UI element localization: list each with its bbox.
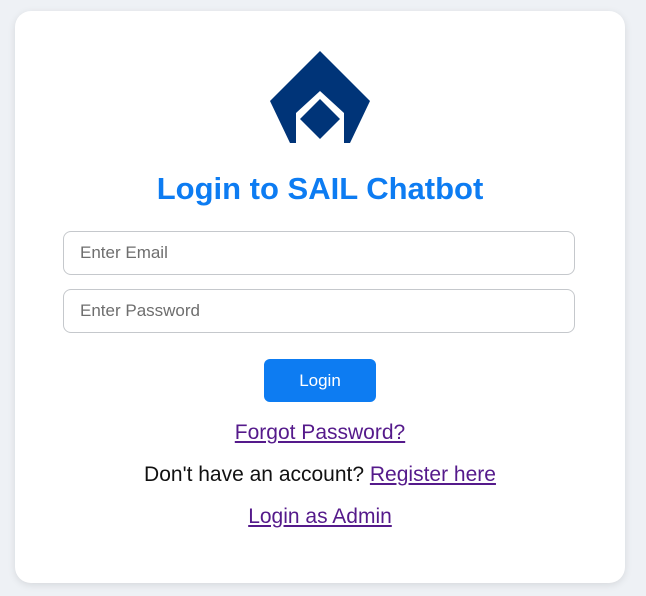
- register-link[interactable]: Register here: [370, 463, 496, 486]
- page-title: Login to SAIL Chatbot: [156, 171, 484, 206]
- password-field[interactable]: [63, 289, 575, 333]
- email-field[interactable]: [63, 231, 575, 275]
- login-card: Login to SAIL Chatbot Login Forgot Passw…: [15, 11, 625, 583]
- sail-logo-icon: [270, 51, 370, 143]
- no-account-text: Don't have an account?: [144, 463, 365, 486]
- admin-login-row: Login as Admin: [15, 503, 625, 533]
- forgot-password-row: Forgot Password?: [15, 419, 625, 449]
- register-row: Don't have an account? Register here: [15, 461, 625, 489]
- forgot-password-link[interactable]: Forgot Password?: [235, 421, 405, 444]
- admin-login-link[interactable]: Login as Admin: [248, 505, 392, 528]
- login-button[interactable]: Login: [264, 359, 376, 402]
